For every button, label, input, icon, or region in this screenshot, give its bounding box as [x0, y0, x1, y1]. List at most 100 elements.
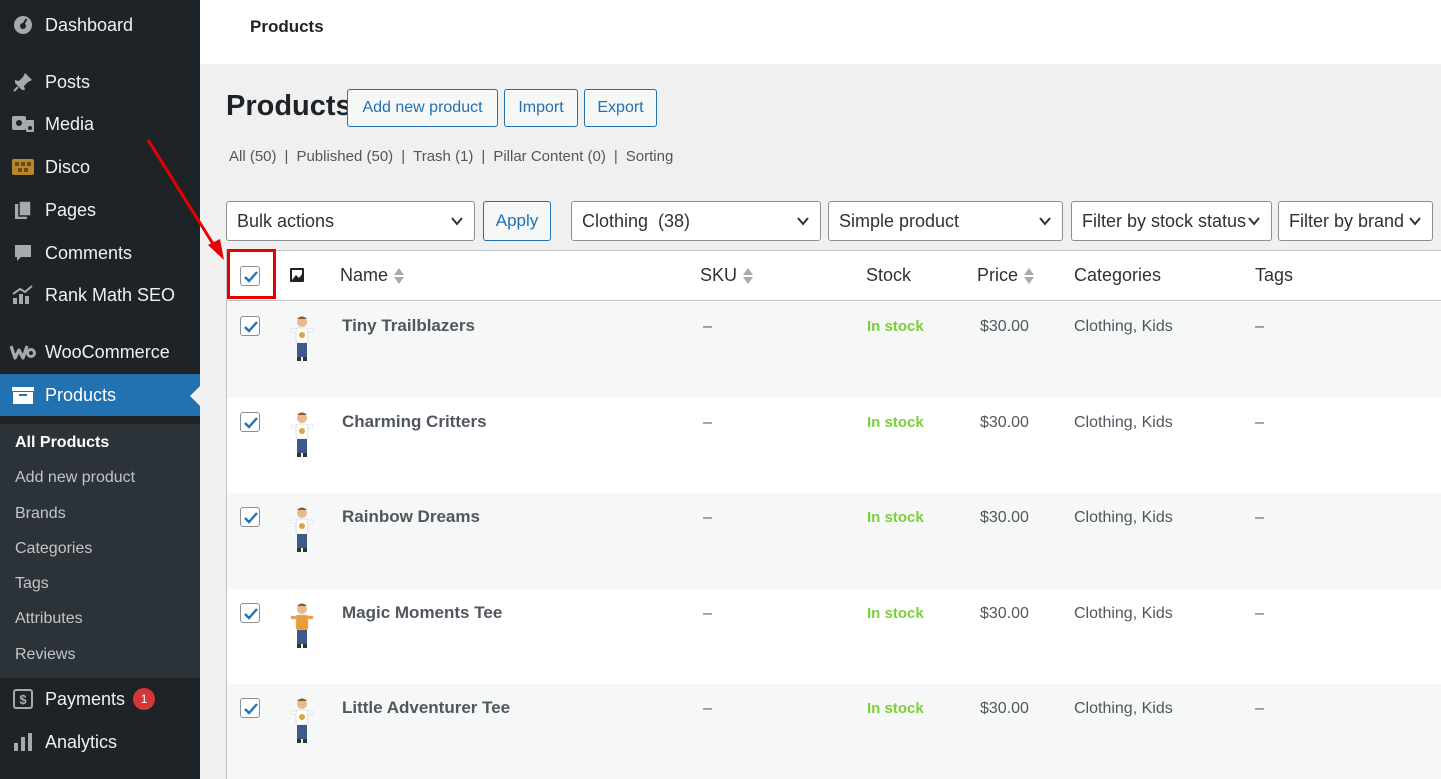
comment-icon: [10, 240, 36, 266]
menu-label: Pages: [45, 199, 97, 220]
categories-cell[interactable]: Clothing, Kids: [1074, 414, 1173, 432]
table-header: Name SKU Stock Price Categories Tags: [227, 251, 1441, 301]
product-thumbnail[interactable]: [287, 696, 317, 746]
menu-label: Dashboard: [45, 14, 134, 35]
tags-cell: –: [1255, 700, 1264, 718]
menu-dashboard[interactable]: Dashboard: [0, 4, 200, 46]
products-table: Name SKU Stock Price Categories Tags Tin…: [226, 250, 1441, 779]
product-thumbnail[interactable]: [287, 505, 317, 555]
product-name-link[interactable]: Little Adventurer Tee: [342, 698, 510, 718]
category-filter-value: Clothing (38): [582, 210, 691, 231]
stock-status: In stock: [867, 509, 924, 527]
menu-disco[interactable]: Disco: [0, 146, 200, 188]
product-thumbnail[interactable]: [287, 601, 317, 651]
submenu-brands[interactable]: Brands: [15, 505, 66, 523]
svg-text:$: $: [19, 692, 27, 707]
apply-button[interactable]: Apply: [483, 201, 551, 241]
menu-payments[interactable]: $ Payments 1: [0, 678, 200, 720]
price-cell: $30.00: [980, 413, 1029, 431]
media-icon: [10, 111, 36, 137]
row-checkbox[interactable]: [240, 316, 260, 336]
row-checkbox[interactable]: [240, 698, 260, 719]
export-button[interactable]: Export: [584, 89, 657, 127]
table-row[interactable]: Tiny Trailblazers – In stock $30.00 Clothing…: [227, 302, 1441, 398]
submenu-categories[interactable]: Categories: [15, 540, 92, 558]
chevron-down-icon: [1409, 217, 1421, 226]
product-name-link[interactable]: Magic Moments Tee: [342, 603, 502, 623]
brand-filter-select[interactable]: Filter by brand: [1278, 201, 1433, 241]
row-checkbox[interactable]: [240, 602, 260, 623]
column-price[interactable]: Price: [977, 265, 1035, 286]
product-thumbnail[interactable]: [287, 314, 317, 364]
tags-cell: –: [1255, 413, 1264, 431]
product-type-select[interactable]: Simple product: [828, 201, 1063, 241]
categories-cell[interactable]: Clothing, Kids: [1074, 700, 1173, 718]
dashboard-icon: [10, 12, 36, 38]
product-name-link[interactable]: Charming Critters: [342, 412, 487, 432]
menu-woocommerce[interactable]: WooCommerce: [0, 331, 200, 373]
admin-sidebar: Dashboard Posts Media Disco Pages Commen…: [0, 0, 200, 779]
table-row[interactable]: Little Adventurer Tee – In stock $30.00 Clot…: [227, 684, 1441, 779]
view-all[interactable]: All (50): [229, 148, 277, 165]
menu-rank-math[interactable]: Rank Math SEO: [0, 274, 200, 316]
table-row[interactable]: Charming Critters – In stock $30.00 Clothing…: [227, 398, 1441, 494]
submenu-add-new-product[interactable]: Add new product: [15, 469, 135, 487]
submenu-tags[interactable]: Tags: [15, 575, 49, 593]
bulk-actions-select[interactable]: Bulk actions: [226, 201, 475, 241]
woocommerce-header: Products: [200, 0, 1441, 64]
woo-icon: [10, 339, 36, 365]
price-cell: $30.00: [980, 318, 1029, 335]
row-checkbox[interactable]: [240, 411, 260, 432]
stock-status: In stock: [867, 318, 924, 335]
menu-comments[interactable]: Comments: [0, 232, 200, 274]
product-name-link[interactable]: Rainbow Dreams: [342, 507, 480, 527]
tags-cell: –: [1255, 318, 1264, 335]
chevron-down-icon: [1039, 217, 1051, 226]
submenu-all-products[interactable]: All Products: [15, 434, 109, 452]
submenu-reviews[interactable]: Reviews: [15, 646, 75, 664]
categories-cell[interactable]: Clothing, Kids: [1074, 509, 1173, 527]
disco-icon: [10, 154, 36, 180]
view-pillar-content[interactable]: Pillar Content (0): [493, 148, 606, 165]
stock-status: In stock: [867, 700, 924, 718]
pin-icon: [10, 69, 36, 95]
import-button[interactable]: Import: [504, 89, 578, 127]
view-sorting[interactable]: Sorting: [626, 148, 674, 165]
column-categories: Categories: [1074, 265, 1162, 285]
sort-icon: [743, 267, 754, 285]
add-new-product-button[interactable]: Add new product: [347, 89, 498, 127]
products-submenu: All Products Add new product Brands Cate…: [0, 424, 200, 678]
table-row[interactable]: Magic Moments Tee – In stock $30.00 Clothing…: [227, 589, 1441, 685]
status-views: All (50) | Published (50) | Trash (1) | …: [229, 148, 674, 165]
submenu-attributes[interactable]: Attributes: [15, 610, 83, 628]
categories-cell[interactable]: Clothing, Kids: [1074, 318, 1173, 336]
category-filter-select[interactable]: Clothing (38): [571, 201, 821, 241]
page-title: Products: [226, 90, 352, 122]
column-tags: Tags: [1255, 265, 1294, 285]
tags-cell: –: [1255, 509, 1264, 527]
product-name-link[interactable]: Tiny Trailblazers: [342, 316, 475, 336]
menu-analytics[interactable]: Analytics: [0, 721, 200, 763]
view-published[interactable]: Published (50): [296, 148, 393, 165]
sort-icon: [394, 267, 405, 285]
stock-status-select[interactable]: Filter by stock status: [1071, 201, 1272, 241]
sort-icon: [1024, 267, 1035, 285]
sku-cell: –: [703, 700, 712, 718]
chevron-down-icon: [451, 217, 463, 226]
categories-cell[interactable]: Clothing, Kids: [1074, 605, 1173, 623]
image-column-icon: [289, 267, 305, 288]
archive-icon: [10, 382, 36, 408]
product-thumbnail[interactable]: [287, 410, 317, 460]
column-name[interactable]: Name: [340, 265, 405, 286]
menu-media[interactable]: Media: [0, 103, 200, 145]
menu-posts[interactable]: Posts: [0, 61, 200, 103]
menu-pages[interactable]: Pages: [0, 189, 200, 231]
column-sku[interactable]: SKU: [700, 265, 754, 286]
row-checkbox[interactable]: [240, 507, 260, 528]
chart-icon: [10, 282, 36, 308]
stock-status: In stock: [867, 604, 924, 622]
view-trash[interactable]: Trash (1): [413, 148, 473, 165]
table-row[interactable]: Rainbow Dreams – In stock $30.00 Clothing, K…: [227, 493, 1441, 590]
sku-cell: –: [703, 509, 712, 527]
menu-products[interactable]: Products: [0, 374, 200, 416]
